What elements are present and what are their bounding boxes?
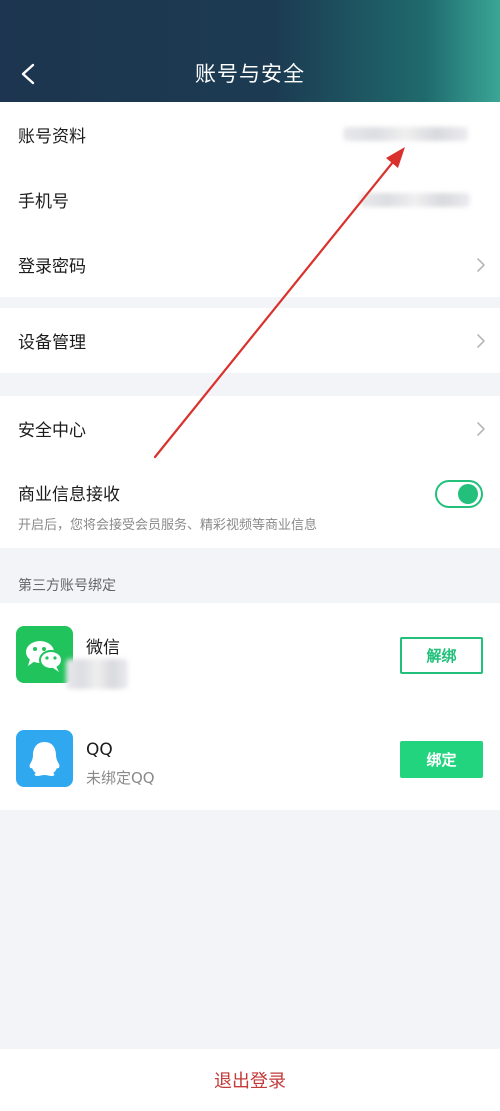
toggle-knob bbox=[458, 484, 478, 504]
chevron-right-icon bbox=[477, 421, 485, 436]
device-group: 设备管理 bbox=[0, 308, 500, 373]
commercial-info-toggle[interactable] bbox=[435, 480, 483, 508]
qq-status: 未绑定QQ bbox=[86, 769, 155, 787]
device-manage-label: 设备管理 bbox=[18, 333, 86, 353]
account-profile-label: 账号资料 bbox=[18, 127, 86, 147]
security-center-label: 安全中心 bbox=[18, 421, 86, 441]
account-profile-row[interactable]: 账号资料 bbox=[0, 102, 500, 167]
phone-label: 手机号 bbox=[18, 192, 69, 212]
commercial-info-desc: 开启后，您将会接受会员服务、精彩视频等商业信息 bbox=[18, 518, 318, 533]
qq-row: QQ 未绑定QQ 绑定 bbox=[0, 707, 500, 807]
third-party-group: 微信 解绑 QQ 未绑定QQ 绑定 bbox=[0, 603, 500, 810]
account-group: 账号资料 手机号 登录密码 bbox=[0, 102, 500, 297]
logout-button[interactable]: 退出登录 bbox=[0, 1049, 500, 1111]
chevron-right-icon bbox=[477, 257, 485, 272]
security-center-row[interactable]: 安全中心 bbox=[0, 396, 500, 461]
account-profile-value-redacted bbox=[343, 127, 468, 141]
wechat-name: 微信 bbox=[86, 638, 120, 658]
wechat-account-redacted bbox=[66, 659, 128, 689]
password-label: 登录密码 bbox=[18, 257, 86, 277]
wechat-row: 微信 解绑 bbox=[0, 603, 500, 703]
security-group: 安全中心 商业信息接收 开启后，您将会接受会员服务、精彩视频等商业信息 bbox=[0, 396, 500, 548]
wechat-icon bbox=[16, 626, 73, 683]
commercial-info-label: 商业信息接收 bbox=[18, 485, 120, 505]
wechat-unbind-button[interactable]: 解绑 bbox=[400, 637, 483, 674]
qq-icon bbox=[16, 730, 73, 787]
qq-name: QQ bbox=[86, 740, 113, 760]
phone-row[interactable]: 手机号 bbox=[0, 167, 500, 232]
phone-value-redacted bbox=[360, 193, 470, 207]
page-title: 账号与安全 bbox=[195, 62, 305, 86]
password-row[interactable]: 登录密码 bbox=[0, 232, 500, 297]
device-manage-row[interactable]: 设备管理 bbox=[0, 308, 500, 373]
third-party-section-label: 第三方账号绑定 bbox=[18, 578, 116, 594]
qq-bind-button[interactable]: 绑定 bbox=[400, 741, 483, 778]
chevron-right-icon bbox=[477, 333, 485, 348]
header-bar: 账号与安全 bbox=[0, 0, 500, 102]
